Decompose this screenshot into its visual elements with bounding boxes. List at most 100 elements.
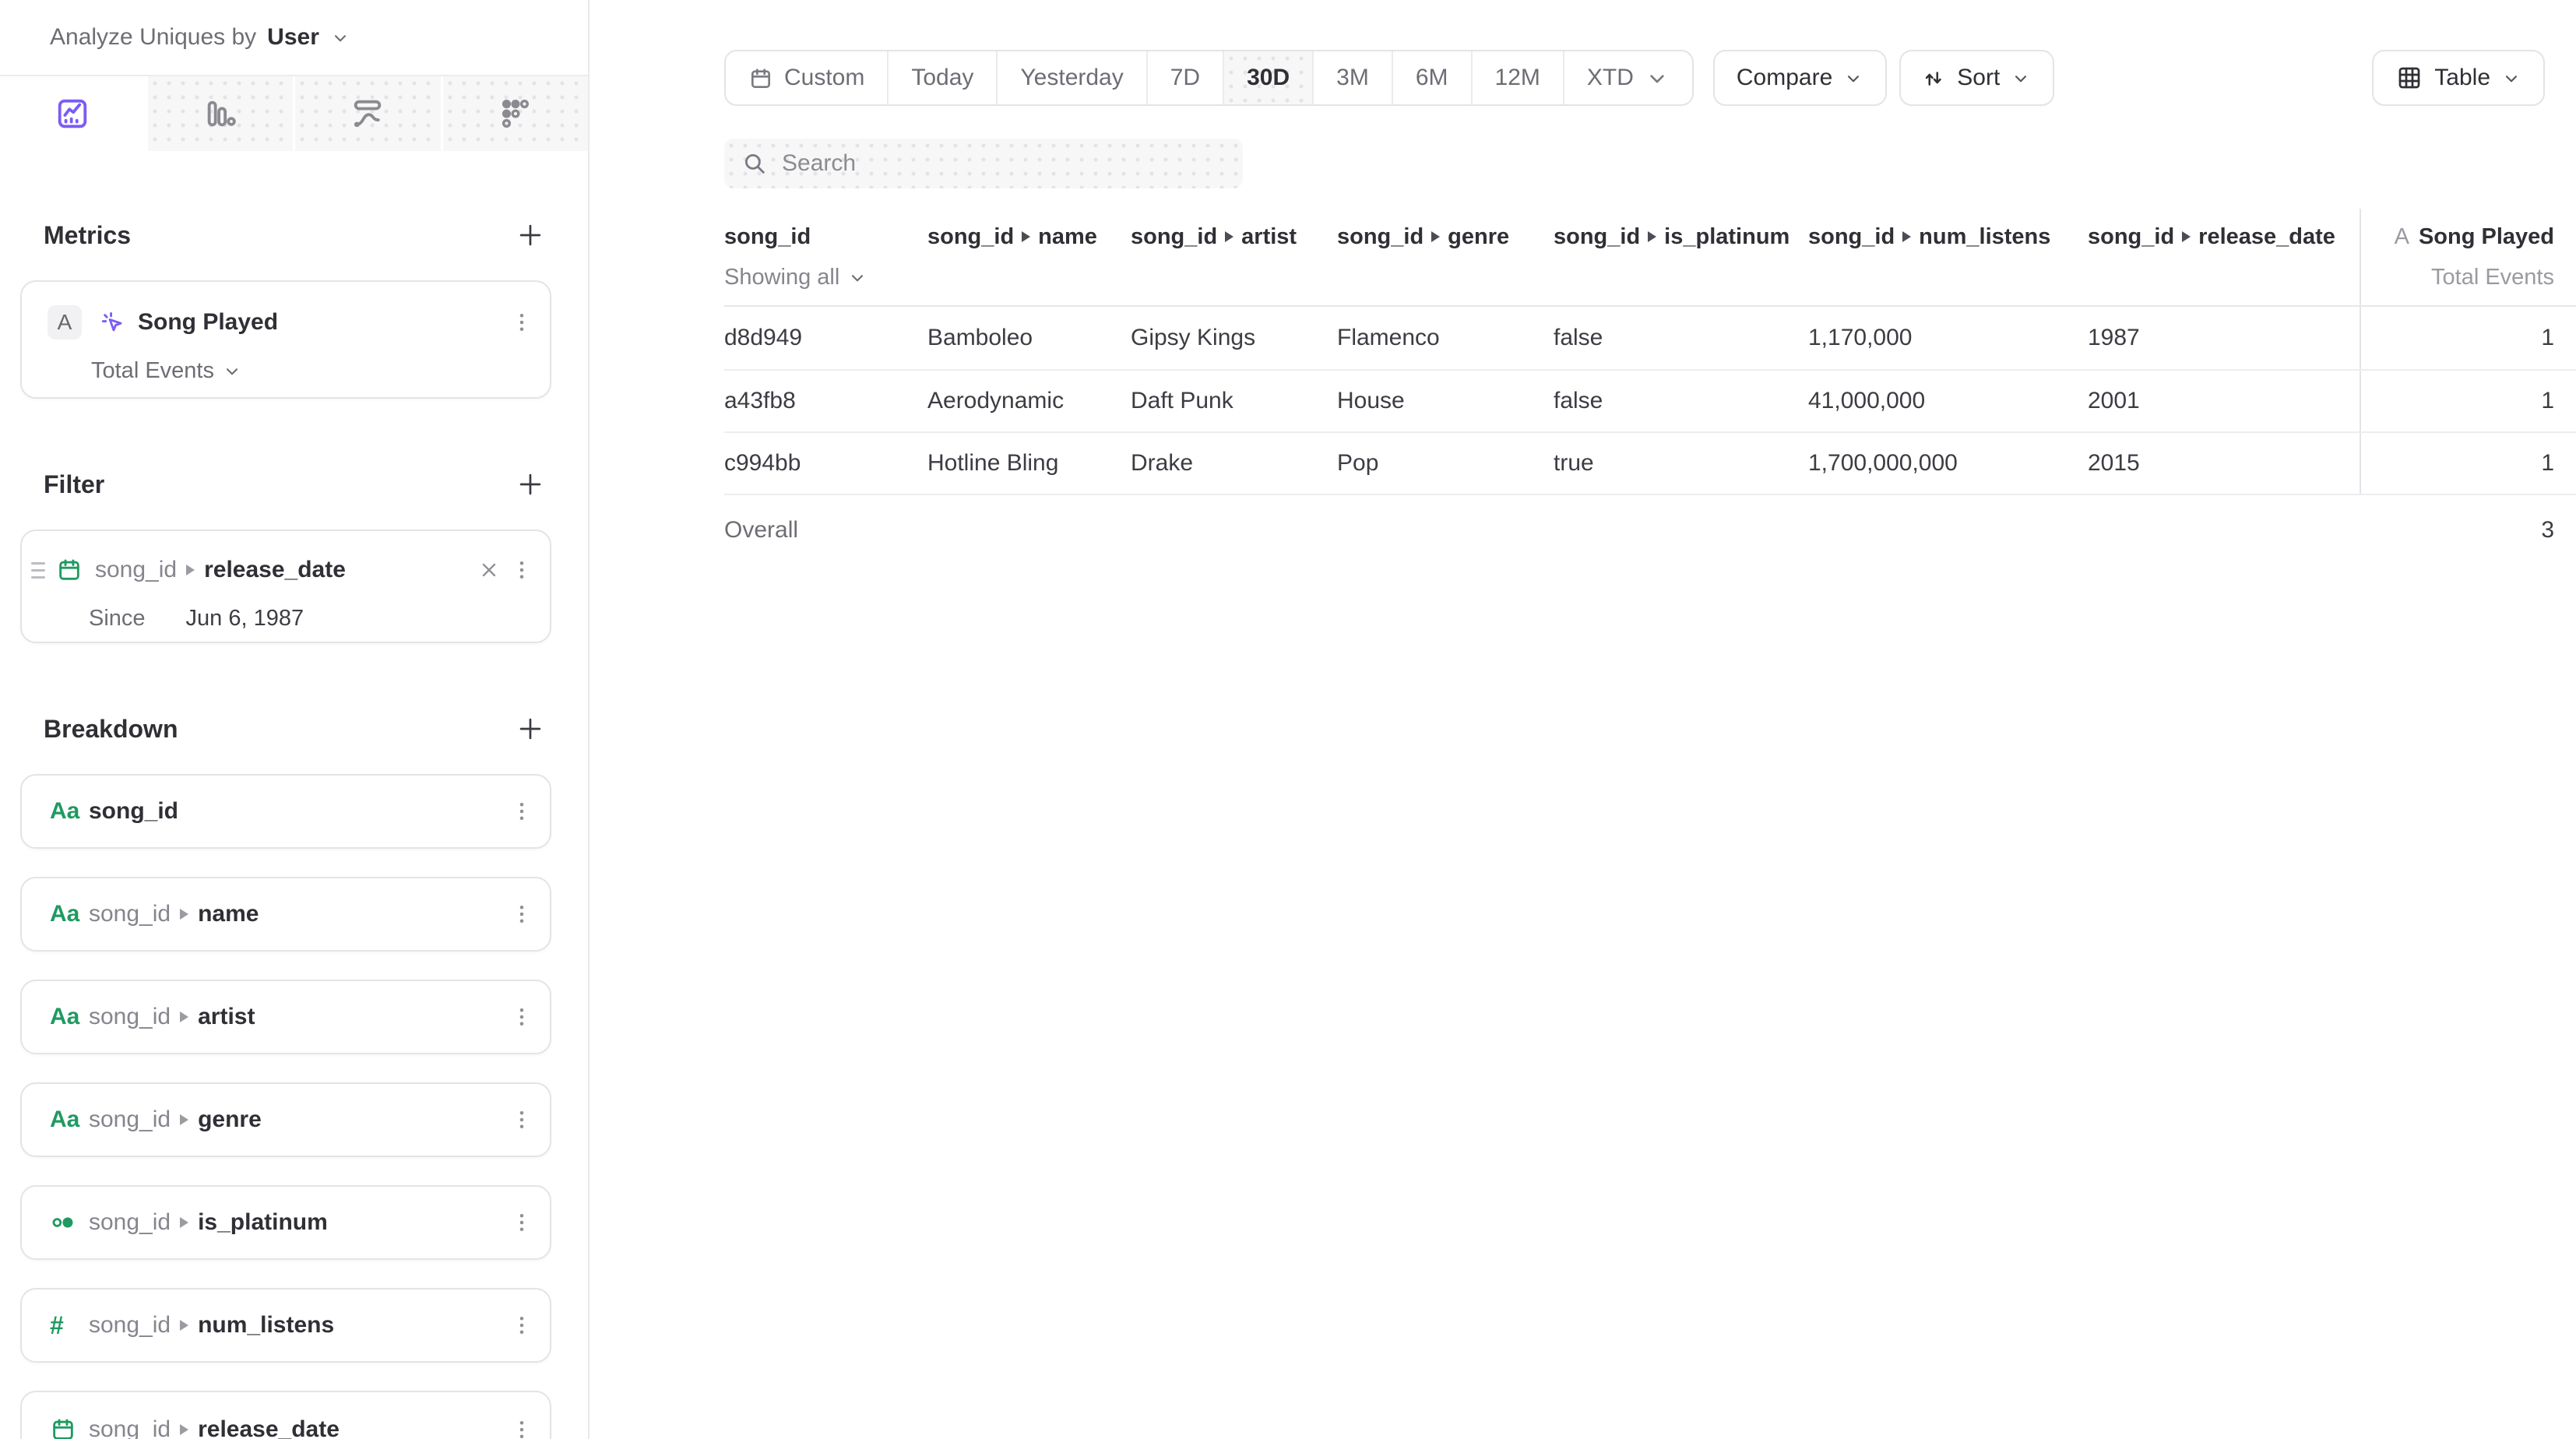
breakdown-property[interactable]: num_listens bbox=[198, 1312, 334, 1339]
chevron-down-icon bbox=[1843, 65, 1863, 91]
search-input[interactable] bbox=[782, 150, 1227, 177]
breakdown-options-button[interactable] bbox=[506, 793, 537, 830]
table-overall-row: Overall 3 bbox=[724, 494, 2576, 565]
filter-value[interactable]: Jun 6, 1987 bbox=[186, 606, 304, 632]
property-caret-icon bbox=[180, 1114, 188, 1125]
flows-icon bbox=[350, 96, 385, 132]
table-search[interactable] bbox=[724, 139, 1243, 188]
filter-card[interactable]: song_id release_date Since Jun 6, 1987 bbox=[20, 530, 551, 643]
column-header-genre[interactable]: song_idgenre bbox=[1337, 209, 1554, 305]
breakdown-card-genre[interactable]: Aa song_id genre bbox=[20, 1082, 551, 1157]
query-builder-sidebar: Analyze Uniques by User Metrics bbox=[0, 0, 589, 1439]
date-range-3m[interactable]: 3M bbox=[1312, 51, 1392, 104]
breakdown-title: Breakdown bbox=[44, 715, 178, 744]
view-selector-button[interactable]: Table bbox=[2372, 50, 2545, 106]
breakdown-options-button[interactable] bbox=[506, 1307, 537, 1344]
cell-genre: Flamenco bbox=[1337, 307, 1554, 369]
date-range-xtd[interactable]: XTD bbox=[1563, 51, 1692, 104]
analyze-entity-selector[interactable]: User bbox=[267, 24, 319, 51]
filter-options-button[interactable] bbox=[506, 551, 537, 589]
column-header-song-id[interactable]: song_id Showing all bbox=[724, 209, 927, 305]
filter-title: Filter bbox=[44, 470, 104, 499]
add-metric-button[interactable] bbox=[513, 218, 547, 252]
cell-song-id: c994bb bbox=[724, 433, 927, 494]
property-caret-icon bbox=[1902, 231, 1911, 242]
analyze-label: Analyze Uniques by bbox=[50, 24, 256, 51]
breakdown-card-is-platinum[interactable]: song_id is_platinum bbox=[20, 1185, 551, 1260]
metric-aggregation-selector[interactable]: Total Events bbox=[91, 358, 214, 384]
breakdown-card-name[interactable]: Aa song_id name bbox=[20, 877, 551, 952]
table-row[interactable]: a43fb8 Aerodynamic Daft Punk House false… bbox=[724, 369, 2576, 431]
tab-insights[interactable] bbox=[0, 76, 146, 151]
filter-parent-property: song_id bbox=[95, 557, 177, 583]
property-caret-icon bbox=[180, 1012, 188, 1022]
metric-card[interactable]: A Song Played Total Events bbox=[20, 280, 551, 399]
breakdown-property[interactable]: artist bbox=[198, 1004, 255, 1030]
breakdown-card-song-id[interactable]: Aa song_id bbox=[20, 774, 551, 849]
table-row[interactable]: c994bb Hotline Bling Drake Pop true 1,70… bbox=[724, 431, 2576, 494]
cell-artist: Daft Punk bbox=[1131, 371, 1337, 431]
filter-operator-selector[interactable]: Since bbox=[89, 606, 146, 632]
breakdown-options-button[interactable] bbox=[506, 1101, 537, 1138]
cell-metric-value: 1 bbox=[2360, 371, 2576, 431]
breakdown-property[interactable]: is_platinum bbox=[198, 1209, 328, 1236]
date-range-yesterday[interactable]: Yesterday bbox=[996, 51, 1145, 104]
breakdown-options-button[interactable] bbox=[506, 895, 537, 933]
date-range-today[interactable]: Today bbox=[887, 51, 996, 104]
cell-num-listens: 1,170,000 bbox=[1808, 307, 2088, 369]
tab-flows[interactable] bbox=[293, 76, 441, 151]
drag-handle-icon[interactable] bbox=[31, 562, 45, 579]
cell-artist: Gipsy Kings bbox=[1131, 307, 1337, 369]
retention-dots-icon bbox=[498, 96, 533, 132]
query-builder-body: Metrics A Song Played Total Events Fi bbox=[0, 151, 588, 1439]
column-header-is-platinum[interactable]: song_idis_platinum bbox=[1554, 209, 1808, 305]
column-header-release-date[interactable]: song_idrelease_date bbox=[2088, 209, 2360, 305]
search-icon bbox=[741, 150, 768, 177]
breakdown-property[interactable]: name bbox=[198, 901, 259, 927]
insights-report-page: Analyze Uniques by User Metrics bbox=[0, 0, 2576, 1439]
cell-num-listens: 1,700,000,000 bbox=[1808, 433, 2088, 494]
column-header-metric[interactable]: ASong Played Total Events bbox=[2360, 209, 2576, 305]
metric-event-name[interactable]: Song Played bbox=[138, 309, 278, 336]
remove-filter-button[interactable] bbox=[472, 553, 506, 587]
column-header-artist[interactable]: song_idartist bbox=[1131, 209, 1337, 305]
tab-bar-chart[interactable] bbox=[146, 76, 294, 151]
breakdown-options-button[interactable] bbox=[506, 1204, 537, 1241]
date-range-12m[interactable]: 12M bbox=[1471, 51, 1563, 104]
chevron-down-icon bbox=[847, 265, 867, 290]
breakdown-property[interactable]: release_date bbox=[198, 1416, 340, 1439]
table-row[interactable]: d8d949 Bamboleo Gipsy Kings Flamenco fal… bbox=[724, 307, 2576, 369]
filter-property[interactable]: release_date bbox=[204, 557, 346, 583]
add-breakdown-button[interactable] bbox=[513, 712, 547, 746]
breakdown-options-button[interactable] bbox=[506, 998, 537, 1036]
breakdown-property[interactable]: genre bbox=[198, 1107, 262, 1133]
add-filter-button[interactable] bbox=[513, 467, 547, 501]
sort-button[interactable]: Sort bbox=[1899, 50, 2054, 106]
breakdown-options-button[interactable] bbox=[506, 1411, 537, 1439]
breakdown-card-artist[interactable]: Aa song_id artist bbox=[20, 980, 551, 1054]
filter-section-header: Filter bbox=[0, 467, 588, 501]
breakdown-parent: song_id bbox=[89, 1209, 171, 1236]
date-range-custom[interactable]: Custom bbox=[726, 51, 887, 104]
date-property-icon bbox=[56, 557, 95, 583]
metrics-title: Metrics bbox=[44, 221, 131, 250]
series-letter-badge: A bbox=[48, 305, 82, 340]
compare-button[interactable]: Compare bbox=[1713, 50, 1887, 106]
text-property-icon: Aa bbox=[50, 901, 89, 927]
showing-all-selector[interactable]: Showing all bbox=[724, 262, 927, 293]
cell-song-id: d8d949 bbox=[724, 307, 927, 369]
date-range-6m[interactable]: 6M bbox=[1392, 51, 1471, 104]
column-header-num-listens[interactable]: song_idnum_listens bbox=[1808, 209, 2088, 305]
breakdown-card-num-listens[interactable]: # song_id num_listens bbox=[20, 1288, 551, 1363]
date-range-7d[interactable]: 7D bbox=[1146, 51, 1223, 104]
table-header-row: song_id Showing all song_idname song_ida… bbox=[724, 209, 2576, 307]
cell-metric-value: 1 bbox=[2360, 433, 2576, 494]
cell-is-platinum: false bbox=[1554, 307, 1808, 369]
tab-retention[interactable] bbox=[441, 76, 589, 151]
breakdown-property[interactable]: song_id bbox=[89, 798, 178, 825]
property-caret-icon bbox=[180, 1217, 188, 1228]
date-range-30d[interactable]: 30D bbox=[1223, 51, 1312, 104]
breakdown-card-release-date[interactable]: song_id release_date by Year bbox=[20, 1391, 551, 1439]
metric-options-button[interactable] bbox=[506, 304, 537, 341]
column-header-name[interactable]: song_idname bbox=[927, 209, 1131, 305]
